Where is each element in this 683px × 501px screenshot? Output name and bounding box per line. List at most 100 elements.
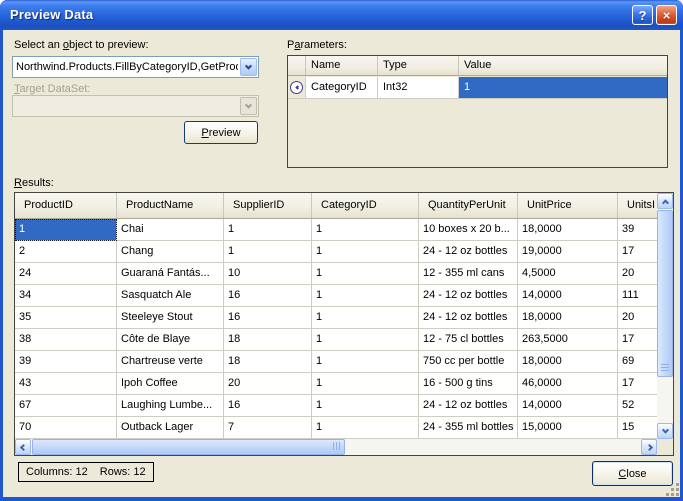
results-cell[interactable]: 1 xyxy=(312,241,419,263)
vertical-scrollbar-thumb[interactable] xyxy=(657,210,673,377)
results-cell[interactable]: 10 boxes x 20 b... xyxy=(419,219,518,241)
parameters-row-header[interactable] xyxy=(288,77,306,98)
parameter-name-cell[interactable]: CategoryID xyxy=(306,77,378,98)
results-cell[interactable]: 18,0000 xyxy=(518,219,618,241)
scroll-right-button[interactable] xyxy=(641,439,657,455)
results-cell[interactable]: Sasquatch Ale xyxy=(117,285,224,307)
results-cell[interactable]: 16 xyxy=(224,307,312,329)
results-cell[interactable]: 263,5000 xyxy=(518,329,618,351)
results-cell[interactable]: 17 xyxy=(618,241,657,263)
results-cell[interactable]: Chartreuse verte xyxy=(117,351,224,373)
results-cell[interactable]: 20 xyxy=(618,307,657,329)
titlebar-close-button[interactable]: × xyxy=(656,5,677,25)
results-cell[interactable]: 67 xyxy=(15,395,117,417)
results-cell[interactable]: 1 xyxy=(312,307,419,329)
results-cell[interactable]: 12 - 75 cl bottles xyxy=(419,329,518,351)
close-button[interactable]: Close xyxy=(592,461,673,486)
results-cell[interactable]: 14,0000 xyxy=(518,285,618,307)
results-cell[interactable]: 38 xyxy=(15,329,117,351)
results-column-header[interactable]: UnitPrice xyxy=(518,193,618,218)
titlebar[interactable]: Preview Data ? × xyxy=(0,0,683,30)
results-cell[interactable]: 14,0000 xyxy=(518,395,618,417)
results-cell[interactable]: 16 - 500 g tins xyxy=(419,373,518,395)
results-cell[interactable]: 16 xyxy=(224,395,312,417)
preview-button[interactable]: Preview xyxy=(184,121,258,144)
results-cell[interactable]: Outback Lager xyxy=(117,417,224,439)
results-cell[interactable]: 2 xyxy=(15,241,117,263)
results-cell[interactable]: 39 xyxy=(15,351,117,373)
results-cell[interactable]: 19,0000 xyxy=(518,241,618,263)
results-column-header[interactable]: ProductName xyxy=(117,193,224,218)
vertical-scrollbar[interactable] xyxy=(657,193,673,439)
results-cell[interactable]: 24 - 12 oz bottles xyxy=(419,285,518,307)
results-column-header[interactable]: CategoryID xyxy=(312,193,419,218)
results-cell[interactable]: 15,0000 xyxy=(518,417,618,439)
results-cell[interactable]: 46,0000 xyxy=(518,373,618,395)
results-cell[interactable]: 111 xyxy=(618,285,657,307)
results-cell[interactable]: Guaraná Fantás... xyxy=(117,263,224,285)
results-cell[interactable]: Côte de Blaye xyxy=(117,329,224,351)
results-cell[interactable]: 1 xyxy=(312,263,419,285)
results-cell[interactable]: 18,0000 xyxy=(518,307,618,329)
results-cell[interactable]: 24 - 12 oz bottles xyxy=(419,307,518,329)
results-cell[interactable]: Ipoh Coffee xyxy=(117,373,224,395)
results-cell[interactable]: 34 xyxy=(15,285,117,307)
results-cell[interactable]: 1 xyxy=(312,417,419,439)
results-cell[interactable]: 17 xyxy=(618,373,657,395)
results-cell[interactable]: 18 xyxy=(224,351,312,373)
results-cell[interactable]: 17 xyxy=(618,329,657,351)
results-cell[interactable]: 1 xyxy=(312,219,419,241)
results-cell[interactable]: 750 cc per bottle xyxy=(419,351,518,373)
results-column-header[interactable]: QuantityPerUnit xyxy=(419,193,518,218)
results-cell[interactable]: 24 - 12 oz bottles xyxy=(419,395,518,417)
results-cell[interactable]: 69 xyxy=(618,351,657,373)
results-cell[interactable]: 4,5000 xyxy=(518,263,618,285)
results-cell[interactable]: 24 - 355 ml bottles xyxy=(419,417,518,439)
results-column-header[interactable]: ProductID xyxy=(15,193,117,218)
object-combobox[interactable]: Northwind.Products.FillByCategoryID,GetP… xyxy=(12,56,259,78)
scroll-up-button[interactable] xyxy=(657,193,673,209)
results-cell[interactable]: Laughing Lumbe... xyxy=(117,395,224,417)
results-cell[interactable]: 10 xyxy=(224,263,312,285)
horizontal-scrollbar[interactable] xyxy=(15,439,657,455)
results-cell[interactable]: 24 - 12 oz bottles xyxy=(419,241,518,263)
results-cell[interactable]: 1 xyxy=(224,241,312,263)
results-cell[interactable]: 12 - 355 ml cans xyxy=(419,263,518,285)
help-button[interactable]: ? xyxy=(632,5,653,25)
results-cell[interactable]: 1 xyxy=(224,219,312,241)
parameters-corner-header[interactable] xyxy=(288,56,306,75)
parameters-type-header[interactable]: Type xyxy=(378,56,459,75)
results-cell[interactable]: 43 xyxy=(15,373,117,395)
results-cell[interactable]: 35 xyxy=(15,307,117,329)
results-cell[interactable]: 18,0000 xyxy=(518,351,618,373)
results-cell[interactable]: 20 xyxy=(224,373,312,395)
results-column-header[interactable]: UnitsI xyxy=(618,193,657,218)
scroll-left-button[interactable] xyxy=(15,439,31,455)
results-cell[interactable]: 1 xyxy=(15,219,117,241)
results-cell[interactable]: Steeleye Stout xyxy=(117,307,224,329)
results-cell[interactable]: 52 xyxy=(618,395,657,417)
results-cell[interactable]: 70 xyxy=(15,417,117,439)
parameter-value-cell[interactable]: 1 xyxy=(459,77,667,98)
results-cell[interactable]: 7 xyxy=(224,417,312,439)
parameters-value-header[interactable]: Value xyxy=(459,56,667,75)
results-cell[interactable]: Chang xyxy=(117,241,224,263)
results-cell[interactable]: 1 xyxy=(312,329,419,351)
parameters-name-header[interactable]: Name xyxy=(306,56,378,75)
scroll-down-button[interactable] xyxy=(657,423,673,439)
results-cell[interactable]: 24 xyxy=(15,263,117,285)
results-column-header[interactable]: SupplierID xyxy=(224,193,312,218)
results-cell[interactable]: Chai xyxy=(117,219,224,241)
horizontal-scrollbar-thumb[interactable] xyxy=(32,439,345,455)
results-cell[interactable]: 39 xyxy=(618,219,657,241)
results-cell[interactable]: 1 xyxy=(312,373,419,395)
results-cell[interactable]: 1 xyxy=(312,351,419,373)
results-cell[interactable]: 20 xyxy=(618,263,657,285)
results-cell[interactable]: 18 xyxy=(224,329,312,351)
parameter-type-cell[interactable]: Int32 xyxy=(378,77,459,98)
results-cell[interactable]: 1 xyxy=(312,285,419,307)
results-cell[interactable]: 15 xyxy=(618,417,657,439)
resize-grip[interactable] xyxy=(666,483,680,497)
object-combobox-dropdown-button[interactable] xyxy=(240,58,257,76)
results-cell[interactable]: 1 xyxy=(312,395,419,417)
